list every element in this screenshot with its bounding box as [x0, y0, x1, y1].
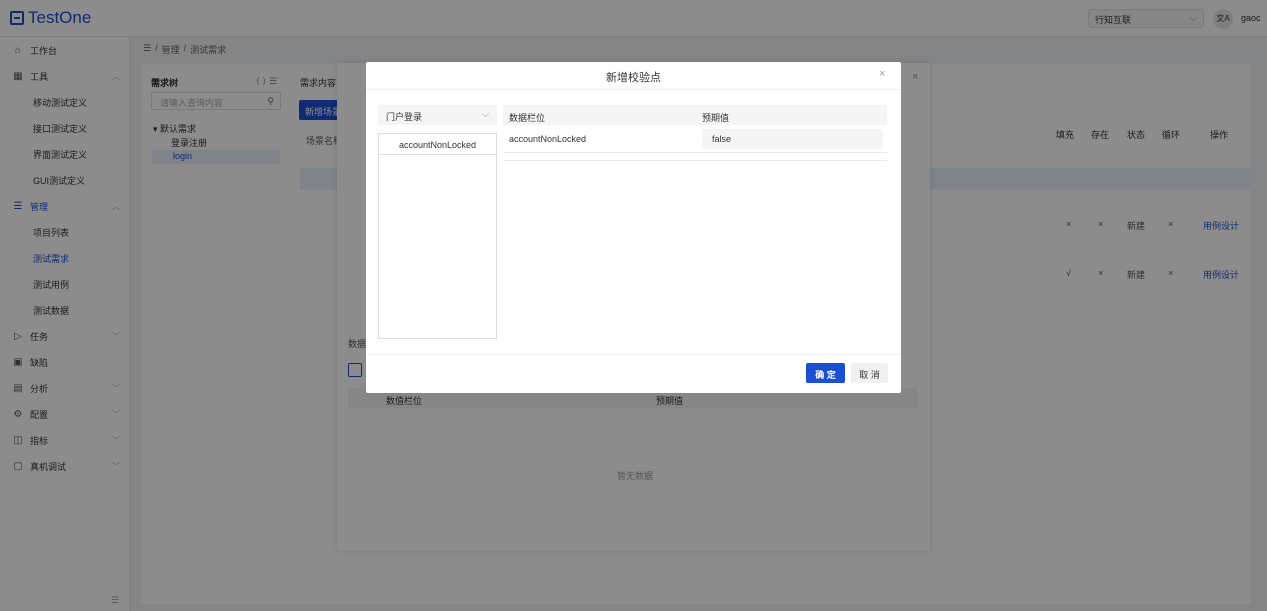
divider: [366, 89, 901, 90]
checkpoint-grid-header: 数据栏位 预期值: [503, 105, 887, 125]
chevron-down-icon: ⌵: [482, 109, 489, 119]
column-header: 数据栏位: [509, 113, 546, 123]
field-name-cell: accountNonLocked: [509, 134, 587, 144]
close-icon[interactable]: ×: [879, 68, 885, 80]
add-checkpoint-modal: 新增校验点 × 门户登录 ⌵ accountNonLocked 数据栏位 预期值…: [366, 62, 901, 393]
row-divider: [503, 160, 887, 161]
component-select-value: 门户登录: [386, 112, 423, 122]
row-divider: [503, 152, 887, 153]
component-select[interactable]: 门户登录 ⌵: [378, 105, 497, 125]
modal-title: 新增校验点: [606, 72, 661, 84]
column-header: 预期值: [702, 113, 730, 123]
divider: [366, 354, 901, 355]
field-list-item[interactable]: accountNonLocked: [379, 134, 496, 155]
expected-value-input[interactable]: false: [702, 129, 883, 149]
field-list: accountNonLocked: [378, 133, 497, 339]
cancel-button[interactable]: 取 消: [851, 363, 888, 383]
confirm-button[interactable]: 确 定: [806, 363, 845, 383]
